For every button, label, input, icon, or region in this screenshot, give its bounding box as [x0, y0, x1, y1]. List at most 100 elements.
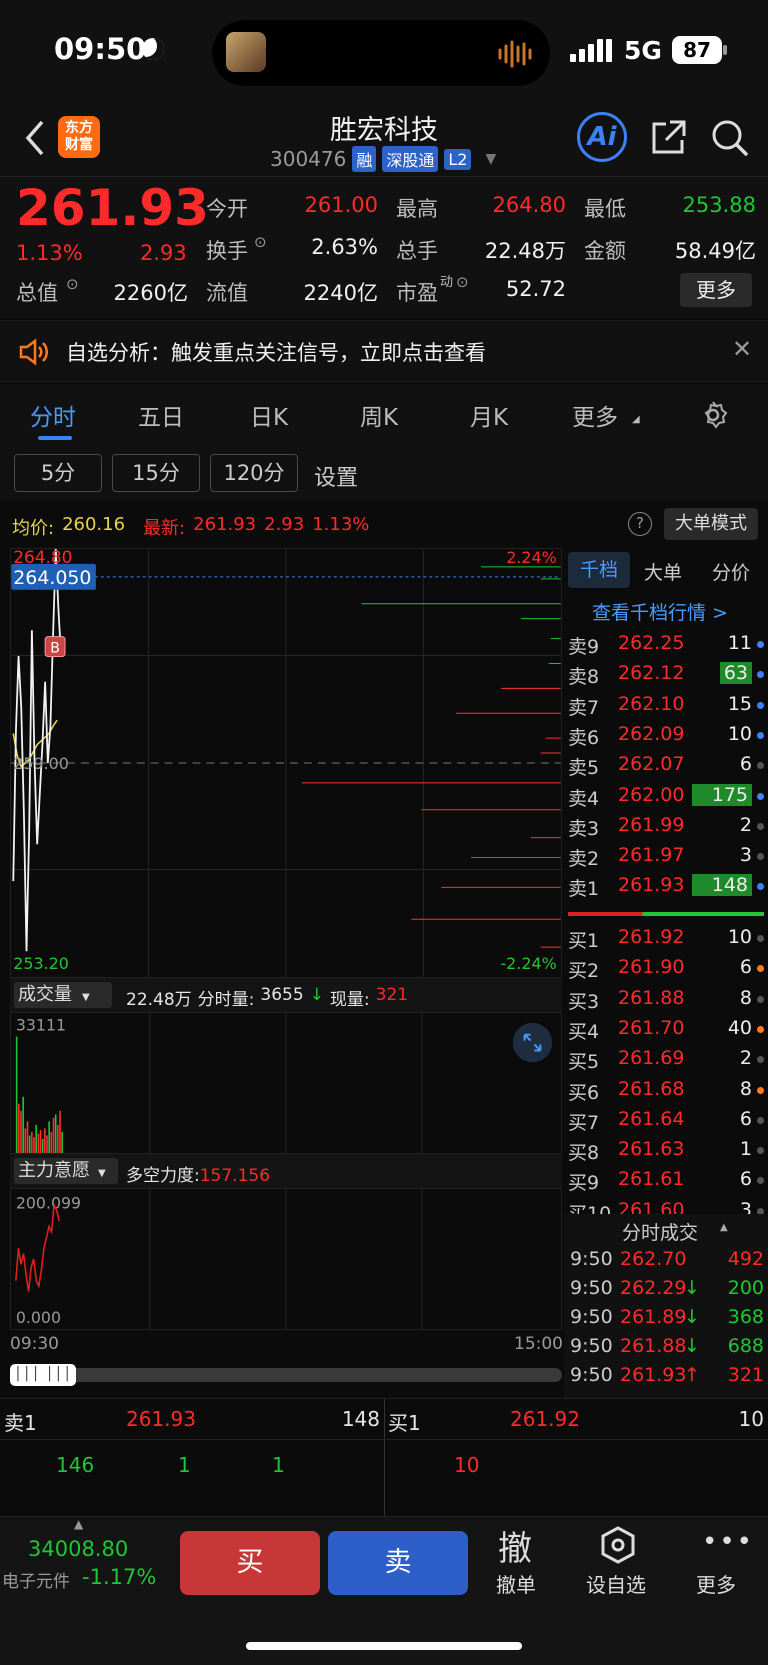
trades-title[interactable]: 分时成交 [622, 1218, 698, 1245]
scroll-handle[interactable]: │││ │││ [10, 1364, 76, 1386]
interval-15min[interactable]: 15分 [112, 454, 200, 492]
bottom-quote: 卖1 261.93 148 买1 261.92 10 146 1 1 10 [0, 1398, 768, 1517]
trade-row: 9:50 262.70 492 [568, 1248, 764, 1276]
bid-row[interactable]: 买10 261.60 3 [566, 1197, 766, 1214]
volume-label: 总手 [396, 239, 438, 263]
bid-row[interactable]: 买3 261.88 8 [566, 985, 766, 1015]
triangle-up-icon: ▲ [720, 1222, 728, 1233]
bid-row[interactable]: 买4 261.70 40 [566, 1015, 766, 1045]
volume-chart[interactable]: 33111 [10, 1012, 562, 1154]
ref-price-label: 259.00 [13, 754, 69, 773]
tab-monthly[interactable]: 月K [470, 398, 508, 432]
order-book: 千档 大单 分价 查看千档行情 > 卖9 262.25 11 卖8 262.12 63 卖7… [566, 548, 768, 1218]
interval-settings[interactable]: 设置 [314, 460, 358, 492]
latest-pct: 1.13% [312, 514, 370, 535]
volume-bar [28, 1135, 31, 1153]
pct-top-label: 2.24% [506, 548, 557, 567]
tab-daily[interactable]: 日K [250, 398, 288, 432]
bid-label: 买8 [568, 1142, 600, 1165]
tab-price-dist[interactable]: 分价 [712, 558, 750, 585]
trade-price: 261.89 [620, 1306, 687, 1328]
more-metrics-button[interactable]: 更多 [680, 273, 752, 307]
tab-depth[interactable]: 千档 [568, 552, 630, 588]
notice-bar[interactable]: 自选分析：触发重点关注信号，立即点击查看 ✕ [0, 320, 768, 382]
trade-volume: 688 [727, 1335, 764, 1357]
volume-bar [31, 1131, 33, 1153]
avg-label: 均价: [12, 518, 55, 539]
ask-row[interactable]: 卖9 262.25 11 [566, 630, 766, 660]
ask-row[interactable]: 卖7 262.10 15 [566, 691, 766, 721]
volume-bar [35, 1124, 37, 1153]
ask-row[interactable]: 卖3 261.99 2 [566, 812, 766, 842]
volume-bar [20, 1110, 22, 1153]
more-label[interactable]: 更多 [696, 1569, 736, 1598]
ask-row[interactable]: 卖4 262.00 175 [566, 782, 766, 812]
bid-row[interactable]: 买2 261.90 6 [566, 954, 766, 984]
now-volume: 321 [375, 985, 409, 1005]
buy-button[interactable]: 买 [180, 1531, 320, 1595]
price-chart[interactable]: 264.050 264.80 253.20 259.00 2.24% -2.24… [10, 548, 562, 978]
ask-row[interactable]: 卖5 262.07 6 [566, 751, 766, 781]
info-icon[interactable]: ⊙ [456, 273, 469, 291]
share-icon[interactable] [648, 118, 688, 158]
bid-price: 261.70 [618, 1016, 685, 1039]
open-label: 今开 [206, 197, 248, 221]
view-depth-link[interactable]: 查看千档行情 > [592, 598, 728, 625]
interval-120min[interactable]: 120分 [210, 454, 298, 492]
bid-label: 买6 [568, 1081, 600, 1104]
bid-row[interactable]: 买6 261.68 8 [566, 1076, 766, 1106]
ask-row[interactable]: 卖6 262.09 10 [566, 721, 766, 751]
cancel-order-icon[interactable]: 撤 [498, 1521, 532, 1570]
trade-time: 9:50 [570, 1306, 613, 1328]
force-indicator-select[interactable]: 主力意愿 ▼ [14, 1158, 118, 1184]
trade-price: 261.88 [620, 1335, 687, 1357]
add-watchlist-label[interactable]: 设自选 [586, 1569, 646, 1598]
signal-icon [570, 39, 612, 62]
dynamic-island[interactable] [212, 20, 550, 86]
more-dots-icon[interactable]: ••• [702, 1527, 754, 1557]
ask-row[interactable]: 卖1 261.93 148 [566, 872, 766, 902]
volume-indicator-select[interactable]: 成交量 ▼ [14, 982, 112, 1008]
ask-row[interactable]: 卖2 261.97 3 [566, 842, 766, 872]
sell-button[interactable]: 卖 [328, 1531, 468, 1595]
bid-price: 261.92 [618, 926, 685, 948]
gear-icon[interactable] [698, 400, 728, 430]
tab-more[interactable]: 更多 [572, 398, 618, 432]
interval-5min[interactable]: 5分 [14, 454, 102, 492]
cancel-order-label[interactable]: 撤单 [496, 1569, 536, 1598]
tab-5day[interactable]: 五日 [138, 398, 184, 432]
tab-weekly[interactable]: 周K [360, 398, 398, 432]
bid-row[interactable]: 买8 261.63 1 [566, 1136, 766, 1166]
tab-intraday[interactable]: 分时 [30, 398, 76, 432]
bid-label: 买2 [568, 960, 600, 983]
float-label: 流值 [206, 281, 248, 305]
ask-volume: 63 [719, 662, 752, 685]
close-icon[interactable]: ✕ [732, 335, 752, 363]
index-value[interactable]: 34008.80 [28, 1537, 128, 1561]
ask-row[interactable]: 卖8 262.12 63 [566, 660, 766, 690]
tab-big-orders[interactable]: 大单 [644, 558, 682, 585]
time-scrollbar[interactable]: │││ │││ [10, 1364, 562, 1386]
ask-label: 卖2 [568, 848, 600, 871]
bid-row[interactable]: 买1 261.92 10 [566, 924, 766, 954]
ai-button[interactable]: Ai [577, 112, 627, 162]
watchlist-icon[interactable] [598, 1525, 638, 1565]
bid-row[interactable]: 买9 261.61 6 [566, 1166, 766, 1196]
info-icon[interactable]: ⊙ [66, 275, 79, 293]
trade-volume: 321 [727, 1364, 764, 1386]
big-order-mode-button[interactable]: 大单模式 [664, 508, 758, 540]
bid-row[interactable]: 买7 261.64 6 [566, 1106, 766, 1136]
help-icon[interactable]: ? [628, 512, 652, 536]
bid-row[interactable]: 买5 261.69 2 [566, 1045, 766, 1075]
speaker-icon [19, 338, 48, 366]
info-icon[interactable]: ⊙ [254, 233, 267, 251]
search-icon[interactable] [710, 118, 750, 158]
bid-price: 261.88 [618, 986, 685, 1009]
stock-code-line[interactable]: 300476 融 深股通 L2 ▼ [270, 146, 496, 172]
latest-change: 2.93 [264, 514, 305, 535]
force-chart[interactable]: 200.099 0.000 [10, 1188, 562, 1330]
chevron-down-icon: ▼ [82, 992, 90, 1003]
bid-label: 买10 [568, 1202, 612, 1214]
battery-icon: 87 [672, 36, 722, 64]
ask-label: 卖4 [568, 787, 600, 810]
